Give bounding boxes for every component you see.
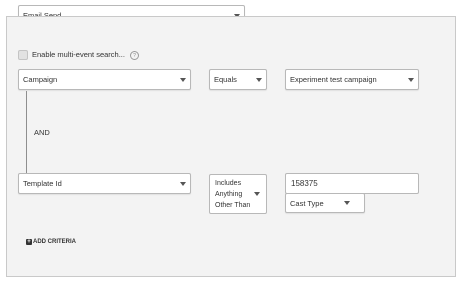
- criteria-2-value: 158375: [291, 179, 318, 188]
- multi-event-checkbox[interactable]: [18, 50, 28, 60]
- criteria-1-operator-select[interactable]: Equals: [209, 69, 267, 90]
- criteria-2-value-input[interactable]: 158375: [285, 173, 419, 194]
- chevron-down-icon: [180, 77, 186, 82]
- plus-icon[interactable]: +: [26, 239, 32, 245]
- operator-line: Includes: [215, 180, 242, 187]
- and-connector: AND: [34, 128, 50, 137]
- criteria-2-field-select[interactable]: Template Id: [18, 173, 191, 194]
- cast-type-value: Cast Type: [290, 198, 324, 208]
- criteria-1-operator-value: Equals: [214, 75, 237, 84]
- add-criteria-button[interactable]: ADD CRITERIA: [33, 239, 76, 245]
- chevron-down-icon: [256, 77, 262, 82]
- info-icon[interactable]: ?: [130, 51, 139, 60]
- criteria-2-field-value: Template Id: [23, 179, 62, 188]
- cast-type-select[interactable]: Cast Type: [285, 193, 365, 213]
- criteria-2-operator-select[interactable]: Includes Anything Other Than: [209, 174, 267, 214]
- operator-line: Other Than: [215, 202, 251, 209]
- criteria-1-field-select[interactable]: Campaign: [18, 69, 191, 90]
- chevron-down-icon: [344, 201, 350, 205]
- criteria-1-value-select[interactable]: Experiment test campaign: [285, 69, 419, 90]
- criteria-1-value: Experiment test campaign: [290, 75, 377, 84]
- chevron-down-icon: [408, 77, 414, 82]
- criteria-1-field-value: Campaign: [23, 75, 58, 84]
- multi-event-label: Enable multi-event search...: [32, 50, 125, 59]
- chevron-down-icon: [254, 192, 260, 196]
- chevron-down-icon: [180, 181, 186, 186]
- connector-line: [26, 91, 27, 173]
- operator-line: Anything: [215, 191, 243, 198]
